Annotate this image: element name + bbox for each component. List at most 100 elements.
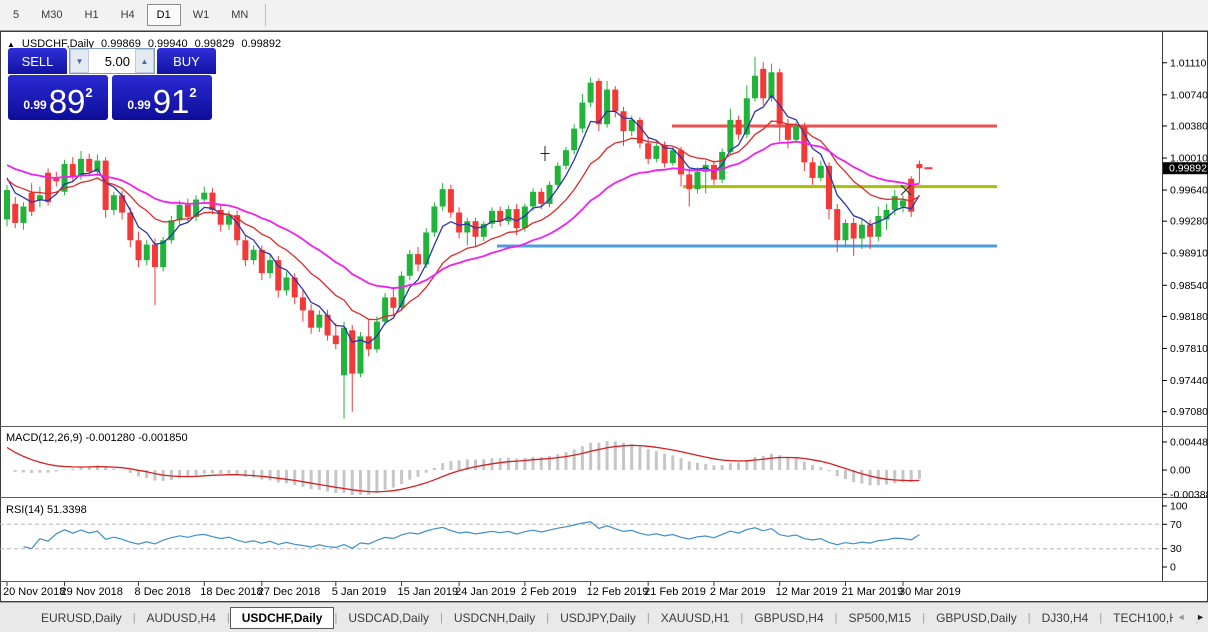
chart-tab-usdcnh[interactable]: USDCNH,Daily: [443, 608, 546, 628]
candle-body: [53, 177, 60, 182]
sell-price-prefix: 0.99: [23, 98, 47, 112]
candle-body: [891, 196, 898, 210]
crosshair-plus-marker: [540, 146, 550, 161]
candle-body: [661, 145, 668, 164]
chart-tab-xauusd[interactable]: XAUUSD,H1: [650, 608, 741, 628]
chart-tab-dj30[interactable]: DJ30,H4: [1031, 608, 1100, 628]
candle-body: [488, 210, 495, 224]
tab-scroll-left-icon[interactable]: ◄: [1177, 612, 1186, 622]
candle-body: [530, 191, 537, 207]
candle-body: [464, 221, 471, 233]
candle-body: [390, 297, 397, 308]
date-tick-label: 8 Dec 2018: [135, 586, 191, 598]
buy-price-block[interactable]: 0.99 91 2: [112, 75, 212, 120]
candle-body: [867, 224, 874, 237]
rsi-axis-label: 100: [1170, 501, 1188, 513]
cursor-cross-marker: [900, 184, 912, 196]
candle-body: [209, 192, 216, 210]
sell-button[interactable]: SELL: [8, 48, 67, 74]
candle-body: [834, 209, 841, 241]
volume-decrease-icon[interactable]: ▼: [70, 49, 89, 73]
chart-tabs-bar: EURUSD,Daily | AUDUSD,H4 | USDCHF,Daily | USDC…: [0, 602, 1208, 632]
candle-body: [850, 222, 857, 239]
candle-body: [110, 195, 117, 210]
price-tick-label: 0.97080: [1170, 406, 1208, 418]
chart-tab-gbpusd[interactable]: GBPUSD,Daily: [925, 608, 1028, 628]
tab-scroll-arrows: ◄ ►: [1172, 612, 1205, 622]
candle-body: [497, 210, 504, 222]
macd-panel: 0.004487 0.00 -0.003883: [6, 436, 1208, 501]
chart-window[interactable]: 1.01110 1.00740 1.00380 1.00010 0.99640 0.992…: [0, 31, 1208, 602]
buy-button[interactable]: BUY: [157, 48, 216, 74]
candle-body: [250, 249, 257, 261]
date-tick-label: 2 Mar 2019: [710, 586, 766, 598]
rsi-axis-label: 70: [1170, 519, 1182, 531]
buy-price-pips: 91: [152, 83, 190, 120]
candle-body: [4, 190, 10, 220]
candle-body: [283, 277, 290, 291]
price-tick-label: 1.00740: [1170, 89, 1208, 101]
candle-body: [776, 72, 783, 125]
chart-tab-usdchf[interactable]: USDCHF,Daily: [229, 606, 335, 629]
candle-body: [267, 260, 274, 274]
candle-body: [653, 145, 660, 159]
candle-body: [102, 160, 109, 210]
ma-mid-line: [6, 120, 920, 321]
timeframe-button-h1[interactable]: H1: [75, 4, 109, 26]
candle-body: [899, 200, 906, 207]
timeframe-button-m30[interactable]: M30: [31, 4, 72, 26]
chart-tab-usdcad[interactable]: USDCAD,Daily: [337, 608, 440, 628]
candle-body: [332, 335, 339, 345]
chart-tab-audusd[interactable]: AUDUSD,H4: [136, 608, 227, 628]
candle-body: [620, 111, 627, 132]
candle-body: [28, 192, 35, 212]
chart-tab-gbpusd[interactable]: GBPUSD,H4: [743, 608, 834, 628]
price-tick-label: 1.00380: [1170, 120, 1208, 132]
candle-body: [135, 240, 142, 261]
candle-body: [571, 128, 578, 151]
candle-body: [604, 89, 611, 125]
candle-body: [242, 240, 249, 261]
candle-body: [702, 164, 709, 172]
candle-body: [357, 336, 364, 374]
candle-body: [686, 174, 693, 190]
chart-tab-eurusd[interactable]: EURUSD,Daily: [30, 608, 133, 628]
timeframe-button-d1[interactable]: D1: [146, 4, 181, 26]
sell-price-block[interactable]: 0.99 89 2: [8, 75, 108, 120]
price-tick-label: 1.00010: [1170, 153, 1208, 165]
candle-body: [826, 165, 832, 210]
candle-body: [143, 244, 150, 261]
candle-body: [513, 209, 520, 229]
date-tick-label: 21 Mar 2019: [841, 586, 903, 598]
price-tick-label: 0.99640: [1170, 185, 1208, 197]
candle-body: [505, 209, 512, 222]
date-tick-label: 12 Mar 2019: [776, 586, 838, 598]
candle-body: [184, 204, 191, 217]
timeframe-button-mn[interactable]: MN: [221, 4, 258, 26]
candle-body: [752, 75, 759, 99]
tab-scroll-right-icon[interactable]: ►: [1196, 612, 1205, 622]
volume-input[interactable]: [89, 49, 135, 73]
candle-body: [160, 240, 167, 268]
candle-body: [636, 119, 643, 144]
chart-tab-sp500[interactable]: SP500,M15: [838, 608, 923, 628]
candle-body: [883, 209, 890, 220]
chart-tab-usdjpy[interactable]: USDJPY,Daily: [549, 608, 647, 628]
candle-body: [916, 164, 923, 169]
ohlc-close: 0.99892: [241, 38, 282, 50]
candle-body: [809, 162, 816, 178]
date-tick-label: 27 Dec 2018: [258, 586, 320, 598]
candle-body: [472, 221, 479, 237]
timeframe-button-h4[interactable]: H4: [111, 4, 145, 26]
candle-body: [431, 206, 438, 233]
candle-body: [382, 297, 389, 322]
candle-body: [521, 206, 528, 229]
buy-price-point: 2: [189, 85, 197, 100]
timeframe-button-w1[interactable]: W1: [183, 4, 220, 26]
candle-body: [20, 206, 27, 223]
candle-body: [817, 165, 824, 178]
candle-body: [546, 184, 553, 204]
volume-increase-icon[interactable]: ▲: [135, 49, 154, 73]
one-click-trading-panel: SELL ▼ ▲ BUY 0.99 89 2 0.99 91 2: [8, 48, 216, 120]
timeframe-button-5[interactable]: 5: [3, 4, 29, 26]
